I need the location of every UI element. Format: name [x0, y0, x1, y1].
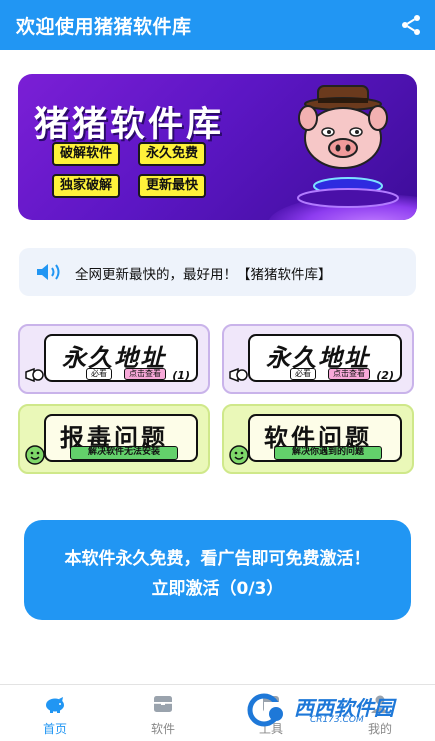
card-number: (2)	[376, 369, 394, 382]
banner-tag: 更新最快	[138, 174, 207, 198]
watermark-url: CR173.COM	[310, 715, 364, 725]
banner-tag: 破解软件	[52, 142, 121, 166]
nav-item-software[interactable]: 软件	[108, 685, 218, 741]
card-number: (1)	[172, 369, 190, 382]
card-permanent-address-2[interactable]: 永久地址 必看 点击查看 (2)	[222, 324, 414, 394]
share-icon[interactable]	[399, 13, 423, 37]
card-chip-click-view: 点击查看	[124, 368, 166, 380]
smiley-face-icon	[229, 445, 249, 465]
nav-label: 首页	[42, 722, 67, 736]
home-piggy-icon	[46, 697, 64, 713]
activate-line-1: 本软件永久免费，看广告即可免费激活！	[64, 549, 371, 569]
card-title: 永久地址	[62, 344, 166, 372]
notice-text: 全网更新最快的，最好用！【猪猪软件库】	[75, 267, 332, 283]
card-subtitle: 解决软件无法安装	[70, 446, 178, 460]
nav-label: 软件	[150, 722, 175, 736]
card-title: 永久地址	[266, 344, 370, 372]
banner-tag: 独家破解	[52, 174, 121, 198]
card-permanent-address-1[interactable]: 永久地址 必看 点击查看 (1)	[18, 324, 210, 394]
card-virus-issue[interactable]: 报毒问题 解决软件无法安装	[18, 404, 210, 474]
card-chip-click-view: 点击查看	[328, 368, 370, 380]
notice-bar[interactable]: 全网更新最快的，最好用！【猪猪软件库】	[19, 248, 416, 296]
activate-button[interactable]: 本软件永久免费，看广告即可免费激活！ 立即激活（0/3）	[24, 520, 411, 620]
pig-mascot-icon	[297, 85, 399, 208]
nav-item-home[interactable]: 首页	[0, 685, 110, 741]
card-software-issue[interactable]: 软件问题 解决你遇到的问题	[222, 404, 414, 474]
box-icon	[154, 696, 172, 712]
card-subtitle: 解决你遇到的问题	[274, 446, 382, 460]
watermark: 西西软件园 CR173.COM	[246, 690, 416, 730]
banner-tag: 永久免费	[138, 142, 207, 166]
card-chip-must-see: 必看	[290, 368, 316, 380]
card-chip-must-see: 必看	[86, 368, 112, 380]
page-title: 欢迎使用猪猪软件库	[16, 16, 192, 38]
smiley-face-icon	[25, 445, 45, 465]
megaphone-icon	[25, 367, 44, 383]
megaphone-icon	[229, 367, 248, 383]
speaker-icon	[37, 264, 60, 280]
promo-banner[interactable]: 猪猪软件库 破解软件 永久免费 独家破解 更新最快	[18, 74, 417, 220]
activate-line-2: 立即激活（0/3）	[151, 579, 284, 599]
app-header: 欢迎使用猪猪软件库	[0, 0, 435, 50]
watermark-logo-icon	[247, 693, 290, 727]
banner-title: 猪猪软件库	[34, 105, 225, 145]
